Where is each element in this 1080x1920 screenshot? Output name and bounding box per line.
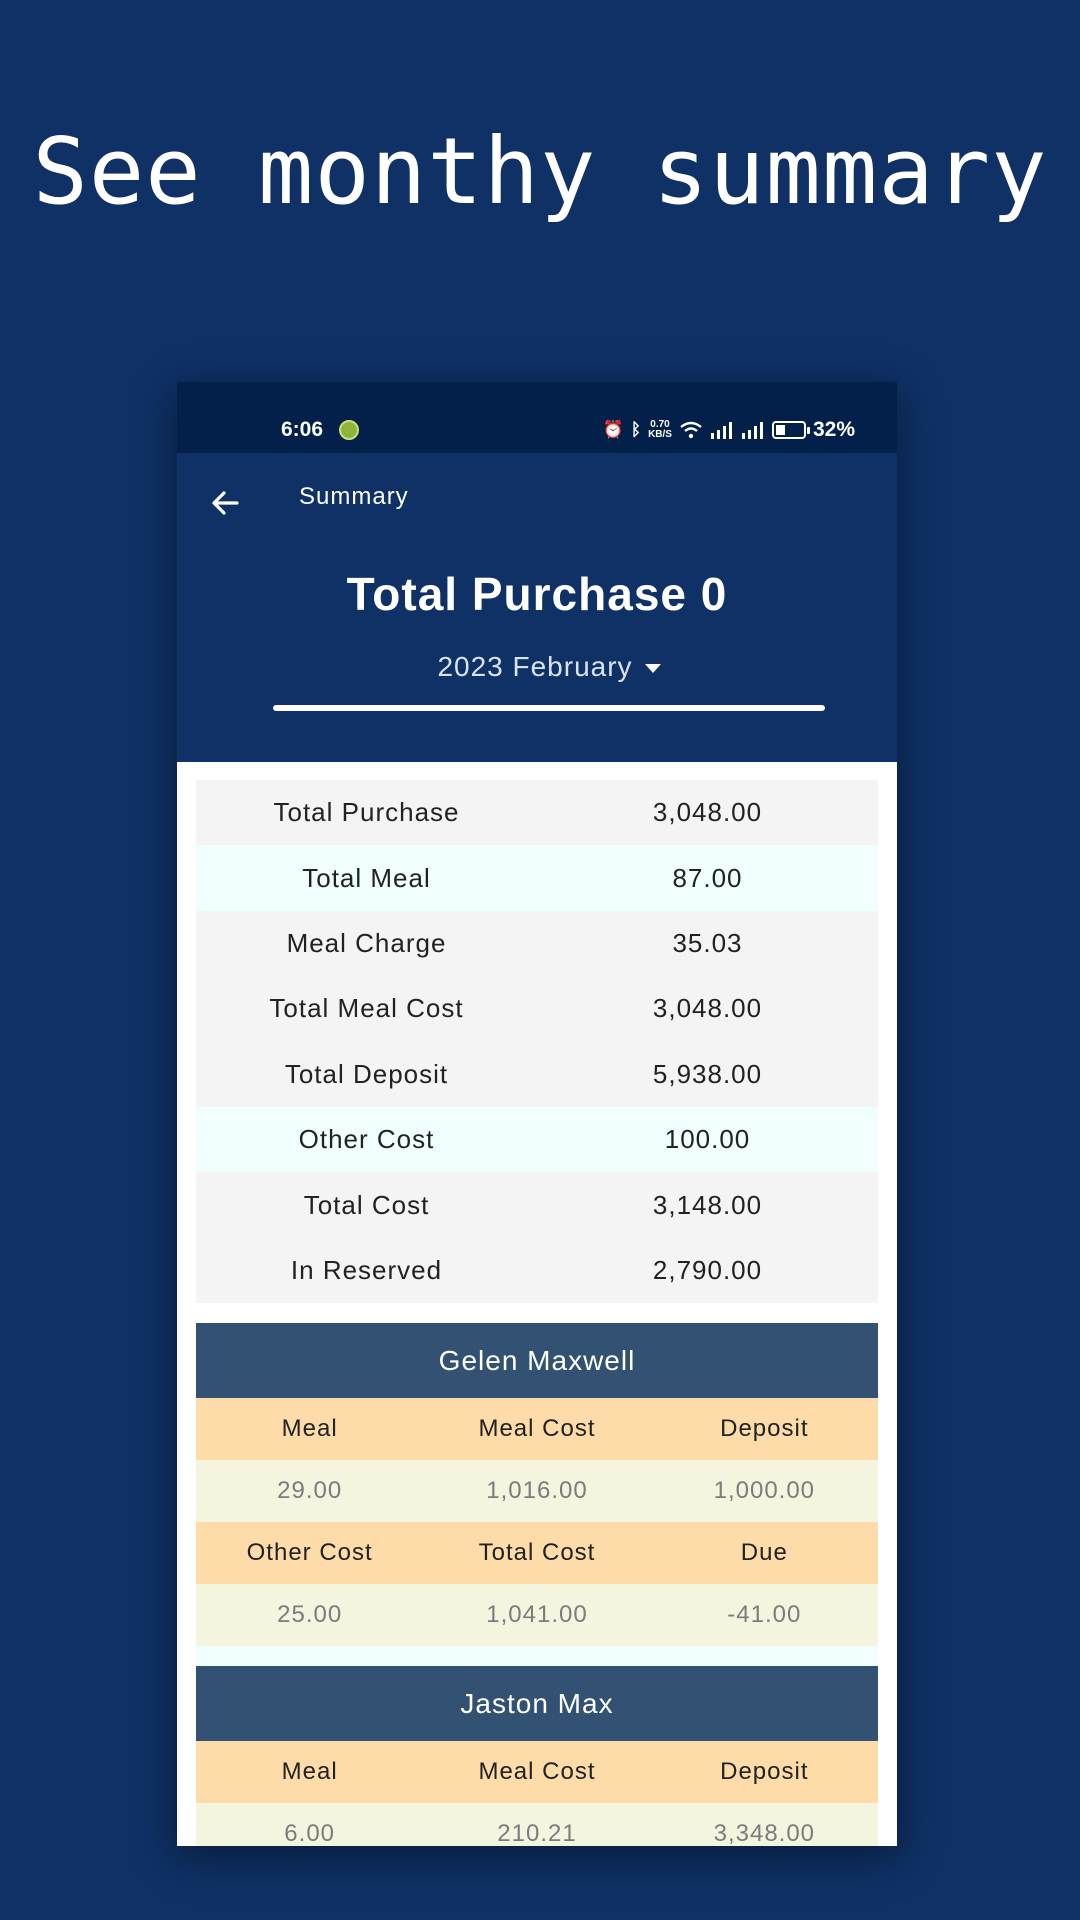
summary-row: Total Meal 87.00 (196, 845, 878, 911)
member-header-row: Meal Meal Cost Deposit (196, 1398, 878, 1460)
summary-row: Total Deposit 5,938.00 (196, 1041, 878, 1107)
summary-value: 87.00 (672, 862, 743, 893)
summary-label: Total Deposit (284, 1058, 449, 1089)
member-value-cell: -41.00 (727, 1601, 802, 1628)
summary-label: Total Purchase (273, 797, 460, 828)
member-value-row: 25.00 1,041.00 -41.00 (196, 1584, 878, 1646)
member-header-row: Other Cost Total Cost Due (196, 1522, 878, 1584)
member-value-cell: 1,016.00 (486, 1477, 588, 1504)
member-header-cell: Due (740, 1539, 788, 1566)
summary-row: Meal Charge 35.03 (196, 910, 878, 977)
summary-value: 35.03 (672, 927, 743, 958)
member-value-row: 6.00 210.21 3,348.00 (196, 1803, 878, 1846)
member-header-row: Meal Meal Cost Deposit (196, 1741, 878, 1803)
summary-row: Total Cost 3,148.00 (196, 1172, 878, 1238)
member-card: Jaston Max Meal Meal Cost Deposit 6.00 2… (196, 1666, 878, 1846)
summary-row: Total Meal Cost 3,048.00 (196, 976, 878, 1042)
summary-table: Total Purchase 3,048.00 Total Meal 87.00… (196, 780, 878, 1304)
member-header-cell: Deposit (720, 1415, 809, 1442)
caret-down-icon (644, 664, 661, 674)
summary-value: 3,048.00 (652, 993, 763, 1024)
wifi-icon (680, 421, 702, 439)
summary-label: Total Meal Cost (269, 993, 464, 1024)
app-bar-title: Summary (299, 483, 409, 510)
member-value-cell: 29.00 (277, 1477, 343, 1504)
status-icons: ⏰ ᛒ 0.70 KB/S 32% (603, 418, 855, 442)
promo-title: See monthy summary (32, 118, 1048, 225)
member-value-cell: 1,041.00 (486, 1601, 588, 1628)
member-value-cell: 3,348.00 (713, 1820, 816, 1846)
summary-value: 3,048.00 (652, 797, 763, 828)
battery-level: 32% (812, 418, 855, 441)
member-header-cell: Total Cost (478, 1539, 596, 1566)
summary-label: In Reserved (290, 1254, 443, 1285)
back-arrow-icon[interactable] (207, 485, 243, 521)
signal-icon-2 (741, 422, 763, 439)
member-name: Gelen Maxwell (196, 1323, 878, 1398)
month-dropdown-underline (273, 705, 825, 711)
member-header-cell: Meal Cost (478, 1758, 596, 1785)
member-value-cell: 1,000.00 (713, 1477, 816, 1504)
member-value-cell: 25.00 (277, 1601, 343, 1628)
member-header-cell: Other Cost (246, 1539, 373, 1566)
member-header-cell: Meal (281, 1415, 338, 1442)
month-dropdown[interactable]: 2023 February (273, 651, 825, 695)
total-purchase-heading: Total Purchase 0 (346, 568, 728, 620)
summary-row: Total Purchase 3,048.00 (196, 780, 878, 846)
bluetooth-icon: ᛒ (630, 420, 642, 439)
app-notification-icon (339, 420, 359, 440)
alarm-icon: ⏰ (602, 420, 624, 439)
summary-value: 100.00 (664, 1124, 751, 1155)
status-time: 6:06 (281, 418, 324, 441)
summary-row: Other Cost 100.00 (196, 1106, 878, 1173)
member-header-cell: Meal Cost (478, 1415, 596, 1442)
summary-label: Other Cost (298, 1124, 435, 1155)
month-dropdown-value: 2023 February (437, 651, 633, 682)
card-spacer (196, 1646, 878, 1666)
network-speed-unit: KB/S (648, 429, 672, 440)
member-card: Gelen Maxwell Meal Meal Cost Deposit 29.… (196, 1323, 878, 1666)
member-name: Jaston Max (196, 1666, 878, 1741)
summary-label: Meal Charge (286, 927, 447, 958)
member-header-cell: Meal (281, 1758, 338, 1785)
network-speed: 0.70 KB/S (648, 420, 672, 440)
member-header-cell: Deposit (720, 1758, 809, 1785)
member-value-cell: 6.00 (284, 1820, 336, 1846)
member-value-row: 29.00 1,016.00 1,000.00 (196, 1460, 878, 1522)
summary-header: Total Purchase 0 2023 February (177, 551, 897, 762)
summary-value: 5,938.00 (652, 1058, 763, 1089)
summary-row: In Reserved 2,790.00 (196, 1237, 878, 1304)
status-bar: 6:06 ⏰ ᛒ 0.70 KB/S 32% (177, 382, 897, 453)
app-bar: Summary (177, 453, 897, 551)
summary-label: Total Cost (303, 1189, 430, 1220)
signal-icon-1 (710, 422, 732, 439)
battery-icon (771, 421, 810, 439)
member-value-cell: 210.21 (497, 1820, 577, 1846)
summary-value: 3,148.00 (652, 1189, 763, 1220)
summary-label: Total Meal (302, 862, 431, 893)
summary-value: 2,790.00 (652, 1254, 763, 1285)
phone-screenshot: 6:06 ⏰ ᛒ 0.70 KB/S 32% Summary Total Pur… (177, 382, 897, 1846)
